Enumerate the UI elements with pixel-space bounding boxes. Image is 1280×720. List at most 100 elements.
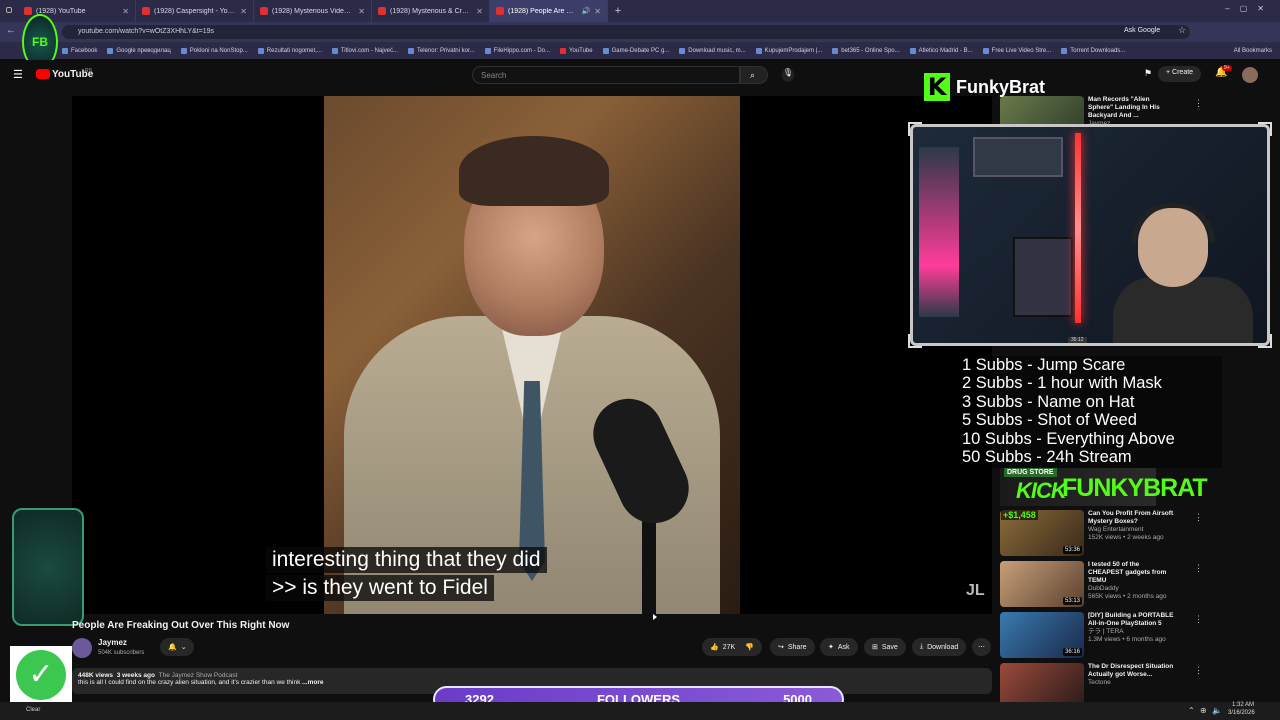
microphone-icon[interactable]: 🎙 xyxy=(782,68,794,82)
bookmarks-bar: Facebook Google преводилац Pokloni na No… xyxy=(0,42,1280,59)
cast-icon[interactable]: ⚑ xyxy=(1144,68,1152,79)
browser-tab[interactable]: (1928) Caspersight - YouTube✕ xyxy=(136,0,254,22)
bookmark-item[interactable]: bet365 - Online Spo... xyxy=(832,47,900,54)
youtube-favicon-icon xyxy=(24,7,32,15)
share-button[interactable]: ↪ Share xyxy=(770,638,815,656)
sub-goal-item: 5 Subbs - Shot of Weed xyxy=(962,411,1137,430)
recommendation-item[interactable]: 36:16 [DIY] Building a PORTABLE All-in-O… xyxy=(1000,612,1203,658)
show-more-link[interactable]: ...more xyxy=(302,679,323,686)
new-tab-button[interactable]: + xyxy=(608,5,628,17)
youtube-favicon-icon xyxy=(260,7,268,15)
bookmark-item[interactable]: Download music, m... xyxy=(679,47,746,54)
close-tab-icon[interactable]: ✕ xyxy=(240,7,247,16)
more-options-icon[interactable]: ⋮ xyxy=(1194,98,1203,109)
close-tab-icon[interactable]: ✕ xyxy=(594,7,601,16)
youtube-favicon-icon xyxy=(142,7,150,15)
clear-label[interactable]: Clear xyxy=(26,707,40,713)
thumbs-down-icon[interactable]: 👎 xyxy=(745,643,754,651)
kick-logo-icon: K xyxy=(924,73,950,101)
webcam-overlay: 35:12 xyxy=(910,124,1270,346)
search-input[interactable]: Search xyxy=(472,66,740,84)
region-code: RS xyxy=(85,68,92,74)
cam-timer: 35:12 xyxy=(1068,337,1087,343)
donation-amount: +$1,458 xyxy=(1001,510,1038,520)
save-button[interactable]: ⊞ Save xyxy=(864,638,906,656)
kick-banner-name: FUNKYBRAT xyxy=(1062,474,1208,502)
more-options-icon[interactable]: ⋮ xyxy=(1194,512,1203,523)
audio-icon[interactable]: 🔊 xyxy=(582,7,591,15)
create-button[interactable]: + Create xyxy=(1158,66,1202,82)
frame-corner xyxy=(1258,334,1272,348)
overlay-weed-jar xyxy=(12,508,84,626)
video-person-hair xyxy=(459,136,609,206)
url-field[interactable]: youtube.com/watch?v=wOtZ3XHhLY&t=19s xyxy=(62,25,1190,39)
sub-goals-list: 1 Subbs - Jump Scare 2 Subbs - 1 hour wi… xyxy=(958,356,1222,468)
frame-corner xyxy=(908,122,922,136)
bookmark-item[interactable]: Telenor: Privatni kor... xyxy=(407,47,475,54)
download-button[interactable]: ⤓ Download xyxy=(912,638,967,656)
back-icon[interactable]: ← xyxy=(6,25,16,36)
sub-goal-item: 10 Subbs - Everything Above xyxy=(962,429,1175,448)
bookmark-item[interactable]: Atletico Madrid - B... xyxy=(909,47,973,54)
tab-menu-icon[interactable] xyxy=(0,0,18,22)
bookmark-item[interactable]: Google преводилац xyxy=(107,47,171,54)
network-icon[interactable]: ⊕ xyxy=(1200,706,1207,715)
clock-time[interactable]: 1:32 AM xyxy=(1232,702,1254,708)
close-tab-icon[interactable]: ✕ xyxy=(122,7,129,16)
more-options-icon[interactable]: ⋮ xyxy=(1194,614,1203,625)
frame-corner xyxy=(908,334,922,348)
tray-chevron-icon[interactable]: ⌃ xyxy=(1188,706,1195,715)
browser-tab[interactable]: (1928) Mysterious & Creepy Ti✕ xyxy=(372,0,490,22)
bookmark-item[interactable]: Pokloni na NonStop... xyxy=(180,47,248,54)
mouse-cursor-icon xyxy=(653,614,657,620)
youtube-favicon-icon xyxy=(378,7,386,15)
bookmark-item[interactable]: Titlovi.com - Najveć... xyxy=(331,47,398,54)
bookmark-item[interactable]: Free Live Video Stre... xyxy=(982,47,1051,54)
bookmark-item[interactable]: Torrent Downloads... xyxy=(1061,47,1125,54)
ask-google-button[interactable]: Ask Google xyxy=(1120,26,1165,35)
bookmark-item[interactable]: FileHippo.com - Do... xyxy=(484,47,550,54)
frame-corner xyxy=(1258,122,1272,136)
window-controls[interactable]: –▢✕ xyxy=(1225,4,1274,13)
browser-tab[interactable]: (1928) Mysterious Videos That✕ xyxy=(254,0,372,22)
menu-icon[interactable]: ☰ xyxy=(13,68,23,81)
chevron-down-icon: ⌄ xyxy=(180,644,187,651)
like-button[interactable]: 👍 27K 👎 xyxy=(702,638,762,656)
youtube-favicon-icon xyxy=(496,7,504,15)
youtube-logo-icon[interactable] xyxy=(36,69,50,79)
sub-goal-item: 50 Subbs - 24h Stream xyxy=(962,448,1132,467)
bookmark-item[interactable]: KupujemProdajem |... xyxy=(755,47,822,54)
avatar[interactable] xyxy=(1242,67,1258,83)
subscribed-bell-button[interactable]: 🔔 ⌄ xyxy=(160,638,194,656)
recommendation-item[interactable]: 53:13 I tested 50 of the CHEAPEST gadget… xyxy=(1000,561,1203,607)
search-button[interactable]: ⌕ xyxy=(740,66,768,84)
browser-tab-active[interactable]: (1928) People Are Freaking🔊✕ xyxy=(490,0,608,22)
clock-date[interactable]: 3/16/2026 xyxy=(1228,710,1255,716)
more-options-icon[interactable]: ⋮ xyxy=(1194,563,1203,574)
bookmark-item[interactable]: Game-Debate PC g... xyxy=(602,47,669,54)
cam-monitor xyxy=(1013,237,1073,317)
notification-count-badge: 9+ xyxy=(1222,65,1232,71)
all-bookmarks[interactable]: All Bookmarks xyxy=(1234,48,1280,54)
bookmark-item[interactable]: YouTube xyxy=(560,47,593,54)
share-icon: ↪ xyxy=(778,644,784,651)
volume-icon[interactable]: 🔈 xyxy=(1212,706,1222,715)
video-frame xyxy=(324,96,740,614)
video-thumbnail[interactable]: 36:16 xyxy=(1000,612,1084,658)
cam-neon-light xyxy=(919,147,959,317)
headset-icon xyxy=(1131,203,1215,243)
close-tab-icon[interactable]: ✕ xyxy=(358,7,365,16)
address-bar-row: ← youtube.com/watch?v=wOtZ3XHhLY&t=19s A… xyxy=(0,22,1280,42)
more-options-icon[interactable]: ⋮ xyxy=(1194,665,1203,676)
bookmark-star-icon[interactable]: ☆ xyxy=(1178,25,1186,36)
channel-avatar[interactable] xyxy=(72,638,92,658)
save-icon: ⊞ xyxy=(872,644,878,651)
ask-button[interactable]: ✦ Ask xyxy=(820,638,858,656)
taskbar: Clear 1:32 AM 3/16/2026 ⌃ ⊕ 🔈 xyxy=(0,702,1280,720)
close-tab-icon[interactable]: ✕ xyxy=(476,7,483,16)
bookmark-item[interactable]: Facebook xyxy=(62,47,97,54)
more-actions-button[interactable]: ⋯ xyxy=(972,638,991,656)
video-thumbnail[interactable]: 53:13 xyxy=(1000,561,1084,607)
channel-name[interactable]: Jaymez xyxy=(98,638,127,647)
bookmark-item[interactable]: Rezultati nogomet,... xyxy=(257,47,322,54)
